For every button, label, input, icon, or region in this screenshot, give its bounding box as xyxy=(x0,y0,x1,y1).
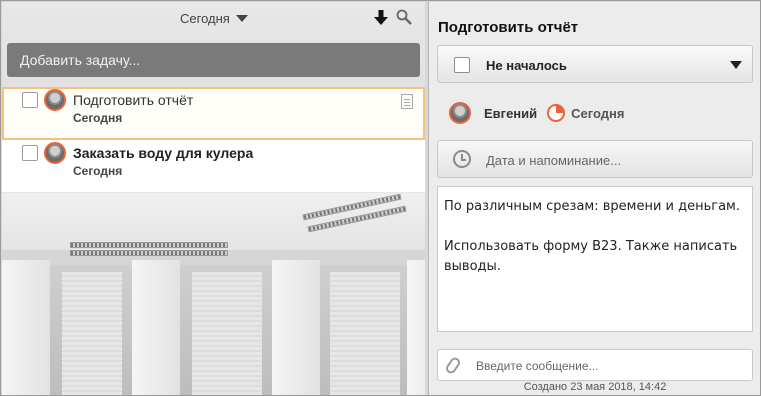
task-checkbox[interactable] xyxy=(22,92,38,108)
created-timestamp: Создано 23 мая 2018, 14:42 xyxy=(523,381,667,393)
task-row-selected[interactable]: Подготовить отчёт Сегодня xyxy=(2,87,425,140)
date-reminder-button[interactable]: Дата и напоминание... xyxy=(437,140,753,178)
due-date-icon[interactable] xyxy=(547,104,566,122)
task-detail-pane: Подготовить отчёт Не началось Евгений Се… xyxy=(428,2,760,395)
detail-title[interactable]: Подготовить отчёт xyxy=(438,19,578,36)
search-icon[interactable] xyxy=(396,9,412,25)
paperclip-icon[interactable] xyxy=(444,355,462,376)
task-title: Подготовить отчёт xyxy=(73,92,194,108)
list-toolbar: Сегодня xyxy=(2,2,425,36)
app-window: Сегодня Добавить задачу... Подготовить о… xyxy=(0,0,761,396)
clock-icon xyxy=(453,150,471,168)
avatar xyxy=(44,89,66,111)
task-title: Заказать воду для кулера xyxy=(73,145,254,161)
complete-checkbox[interactable] xyxy=(454,57,470,73)
task-checkbox[interactable] xyxy=(22,145,38,161)
task-due: Сегодня xyxy=(73,111,123,125)
message-placeholder: Введите сообщение... xyxy=(476,359,599,373)
chevron-down-icon xyxy=(730,61,742,69)
assignee-row: Евгений Сегодня xyxy=(449,100,624,126)
message-input[interactable]: Введите сообщение... xyxy=(437,349,753,381)
due-date-label[interactable]: Сегодня xyxy=(571,106,624,121)
date-filter-dropdown[interactable]: Сегодня xyxy=(180,11,248,26)
date-filter-label: Сегодня xyxy=(180,11,230,26)
add-task-placeholder: Добавить задачу... xyxy=(20,52,141,68)
assignee-avatar[interactable] xyxy=(449,102,471,124)
status-label: Не началось xyxy=(486,58,567,73)
task-notes[interactable]: По различным срезам: времени и деньгам. … xyxy=(437,186,753,332)
assignee-name[interactable]: Евгений xyxy=(484,106,537,121)
task-list-pane: Сегодня Добавить задачу... Подготовить о… xyxy=(2,2,425,395)
status-dropdown[interactable]: Не началось xyxy=(437,45,753,83)
task-list: Подготовить отчёт Сегодня Заказать воду … xyxy=(2,87,425,193)
background-image xyxy=(2,190,425,395)
chevron-down-icon xyxy=(235,15,248,22)
avatar xyxy=(44,142,66,164)
task-row[interactable]: Заказать воду для кулера Сегодня xyxy=(2,140,425,193)
note-icon xyxy=(401,94,413,109)
add-task-input[interactable]: Добавить задачу... xyxy=(7,43,420,77)
sort-down-icon[interactable] xyxy=(374,10,388,26)
date-reminder-label: Дата и напоминание... xyxy=(486,153,622,168)
task-due: Сегодня xyxy=(73,164,123,178)
